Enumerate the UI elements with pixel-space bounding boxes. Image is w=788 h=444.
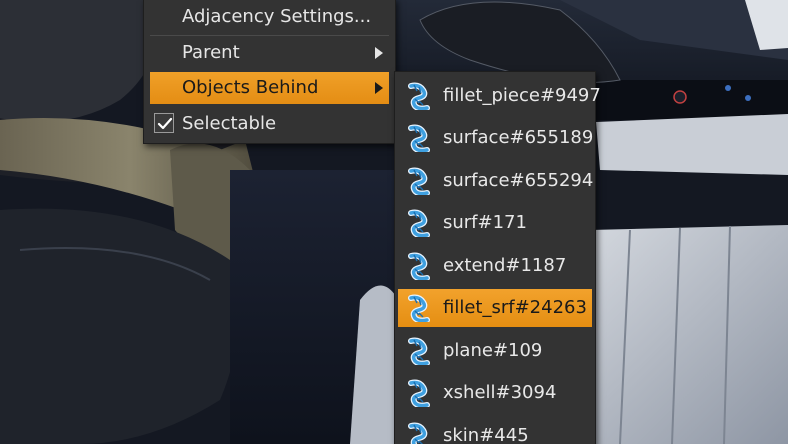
submenu-item[interactable]: skin#445 bbox=[398, 417, 592, 444]
menu-item-adjacency-settings[interactable]: Adjacency Settings... bbox=[150, 1, 389, 33]
submenu-item[interactable]: surf#171 bbox=[398, 204, 592, 242]
menu-item-label: Selectable bbox=[182, 113, 277, 134]
submenu-item[interactable]: extend#1187 bbox=[398, 247, 592, 285]
submenu-item-label: plane#109 bbox=[443, 340, 543, 361]
submenu-item-label: surface#655294 bbox=[443, 170, 594, 191]
menu-separator bbox=[150, 35, 389, 36]
objects-behind-submenu: fillet_piece#9497 surface#655189 surface… bbox=[394, 71, 601, 444]
submenu-item[interactable]: surface#655189 bbox=[398, 119, 594, 157]
menu-item-label: Parent bbox=[182, 42, 240, 63]
surface-icon bbox=[405, 294, 433, 324]
surface-icon bbox=[405, 422, 433, 444]
menu-item-label: Adjacency Settings... bbox=[182, 6, 372, 27]
3d-viewport[interactable]: Adjacency Settings... Parent Objects Beh… bbox=[0, 0, 788, 444]
surface-icon bbox=[405, 252, 433, 282]
submenu-item-label: surface#655189 bbox=[443, 127, 594, 148]
menu-item-parent[interactable]: Parent bbox=[150, 37, 389, 69]
surface-icon bbox=[405, 82, 433, 112]
submenu-item[interactable]: plane#109 bbox=[398, 332, 592, 370]
submenu-item-label: surf#171 bbox=[443, 212, 527, 233]
checkbox-checked-icon[interactable] bbox=[154, 113, 174, 133]
surface-icon bbox=[405, 337, 433, 367]
submenu-item-label: xshell#3094 bbox=[443, 382, 557, 403]
surface-icon bbox=[405, 124, 433, 154]
submenu-item[interactable]: surface#655294 bbox=[398, 162, 594, 200]
menu-item-objects-behind[interactable]: Objects Behind bbox=[150, 72, 389, 104]
menu-item-label: Objects Behind bbox=[182, 77, 319, 98]
context-menu: Adjacency Settings... Parent Objects Beh… bbox=[143, 0, 396, 144]
submenu-item-label: fillet_srf#24263 bbox=[443, 297, 587, 318]
surface-icon bbox=[405, 209, 433, 239]
submenu-item[interactable]: xshell#3094 bbox=[398, 374, 592, 412]
submenu-item[interactable]: fillet_piece#9497 bbox=[398, 77, 601, 115]
submenu-item[interactable]: fillet_srf#24263 bbox=[398, 289, 592, 327]
submenu-item-label: fillet_piece#9497 bbox=[443, 85, 601, 106]
submenu-item-label: extend#1187 bbox=[443, 255, 567, 276]
submenu-item-label: skin#445 bbox=[443, 425, 529, 444]
surface-icon bbox=[405, 167, 433, 197]
submenu-arrow-icon bbox=[375, 82, 383, 94]
menu-item-selectable[interactable]: Selectable bbox=[150, 108, 389, 140]
surface-icon bbox=[405, 379, 433, 409]
submenu-arrow-icon bbox=[375, 47, 383, 59]
